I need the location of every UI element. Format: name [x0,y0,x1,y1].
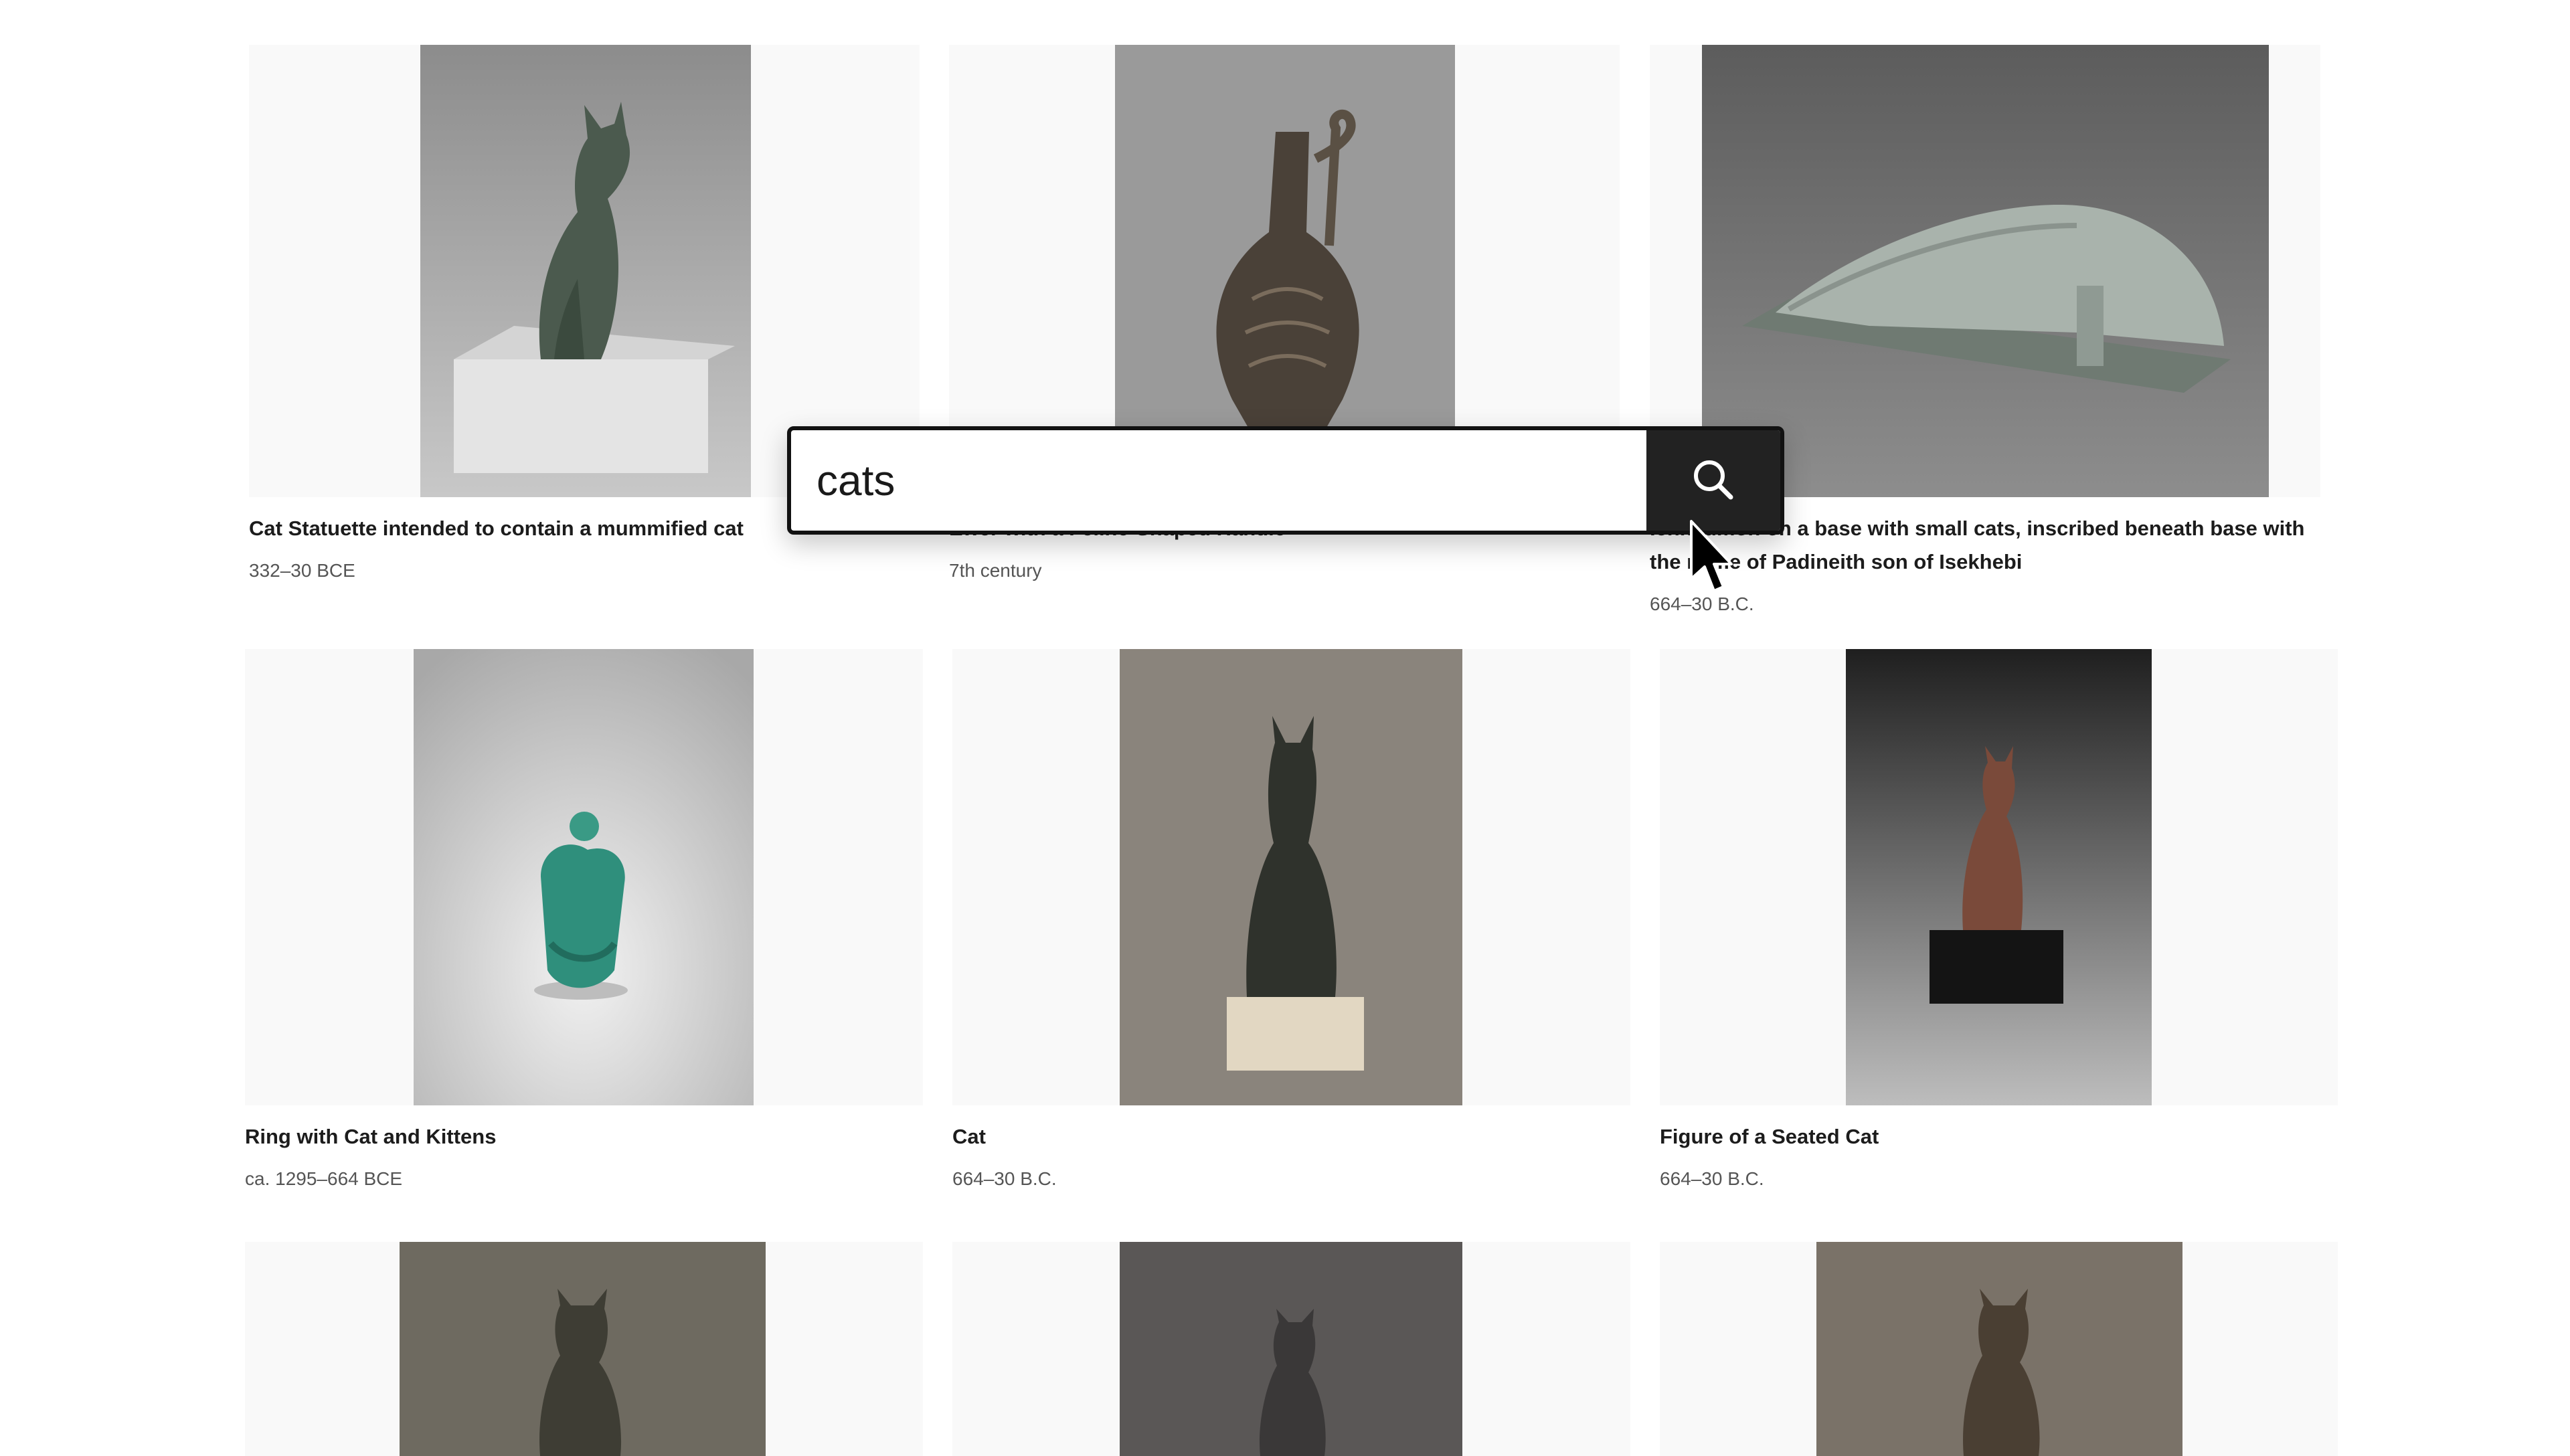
result-image-frame[interactable] [952,649,1630,1105]
search-input[interactable] [791,430,1646,531]
result-title[interactable]: Cat [952,1120,1630,1154]
cat-photo[interactable] [1816,1242,2182,1456]
ring-photo[interactable] [414,649,754,1105]
cat-photo[interactable] [1120,1242,1462,1456]
result-image-frame[interactable] [245,649,923,1105]
mouse-pointer-icon [1689,519,1737,596]
search-bar[interactable] [787,426,1784,535]
search-button[interactable] [1646,430,1780,531]
result-title[interactable]: Figure of a Seated Cat [1660,1120,2338,1154]
seated-cat-photo[interactable] [1846,649,2152,1105]
ichneumon-photo[interactable] [1702,45,2269,497]
cat-figure-photo[interactable] [1120,649,1462,1105]
result-image-frame[interactable] [245,1242,923,1456]
result-image-frame[interactable] [1660,1242,2338,1456]
result-title[interactable]: Ring with Cat and Kittens [245,1120,923,1154]
result-date: 664–30 B.C. [1650,594,1754,614]
cat-photo[interactable] [400,1242,766,1456]
search-icon [1689,456,1737,506]
result-date: 664–30 B.C. [1660,1168,1764,1189]
result-date: 664–30 B.C. [952,1168,1057,1189]
result-date: 332–30 BCE [249,560,355,581]
result-date: ca. 1295–664 BCE [245,1168,403,1189]
result-image-frame[interactable] [1660,649,2338,1105]
cat-statuette-photo[interactable] [420,45,751,497]
result-date: 7th century [949,560,1042,581]
result-image-frame[interactable] [952,1242,1630,1456]
